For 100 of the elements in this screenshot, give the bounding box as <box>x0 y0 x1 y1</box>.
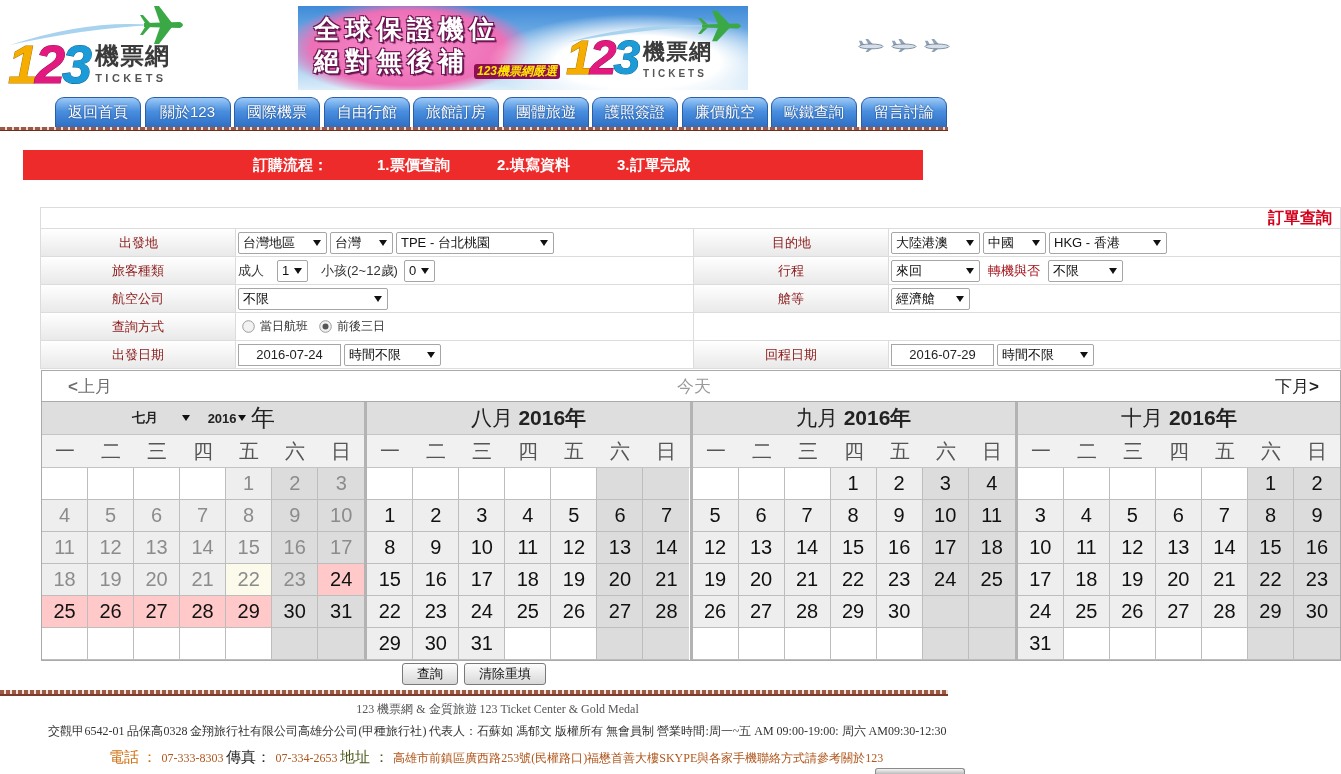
calendar-day[interactable]: 8 <box>830 500 877 532</box>
dropdown[interactable]: 來回 <box>891 259 980 282</box>
calendar-day[interactable]: 10 <box>459 532 506 564</box>
calendar-day[interactable]: 18 <box>1063 564 1110 596</box>
calendar-day[interactable]: 2 <box>876 468 923 500</box>
prev-month-link[interactable]: <上月 <box>68 374 112 398</box>
airplane-icon[interactable] <box>858 39 884 52</box>
calendar-day[interactable]: 6 <box>1155 500 1202 532</box>
calendar-day[interactable]: 26 <box>1109 596 1156 628</box>
calendar-day[interactable]: 19 <box>1109 564 1156 596</box>
calendar-day[interactable]: 23 <box>1293 564 1340 596</box>
calendar-day[interactable]: 23 <box>413 596 460 628</box>
calendar-day[interactable]: 22 <box>1247 564 1294 596</box>
calendar-day[interactable]: 4 <box>1063 500 1110 532</box>
dropdown[interactable]: 經濟艙 <box>891 287 970 310</box>
calendar-day[interactable]: 17 <box>459 564 506 596</box>
calendar-day[interactable]: 22 <box>830 564 877 596</box>
calendar-day[interactable]: 28 <box>784 596 831 628</box>
calendar-day[interactable]: 26 <box>692 596 739 628</box>
date-field[interactable]: 2016-07-24 <box>238 343 341 366</box>
calendar-day[interactable]: 6 <box>597 500 644 532</box>
calendar-day[interactable]: 1 <box>830 468 877 500</box>
calendar-day[interactable]: 29 <box>226 596 273 628</box>
calendar-day[interactable]: 24 <box>1017 596 1064 628</box>
order-lookup-link[interactable]: 訂單查詢 <box>1268 208 1332 228</box>
airplane-icon[interactable] <box>891 39 917 52</box>
calendar-day[interactable]: 11 <box>1063 532 1110 564</box>
calendar-day[interactable]: 15 <box>830 532 877 564</box>
calendar-day[interactable]: 16 <box>1293 532 1340 564</box>
calendar-day[interactable]: 12 <box>692 532 739 564</box>
calendar-day[interactable]: 3 <box>922 468 969 500</box>
calendar-day[interactable]: 11 <box>505 532 552 564</box>
calendar-day[interactable]: 17 <box>922 532 969 564</box>
calendar-day[interactable]: 6 <box>738 500 785 532</box>
calendar-day[interactable]: 20 <box>597 564 644 596</box>
calendar-day[interactable]: 7 <box>1201 500 1248 532</box>
calendar-day[interactable]: 30 <box>413 628 460 660</box>
calendar-day[interactable]: 14 <box>784 532 831 564</box>
calendar-day[interactable]: 21 <box>1201 564 1248 596</box>
calendar-day[interactable]: 30 <box>876 596 923 628</box>
radio-option[interactable]: 當日航班 <box>242 318 308 335</box>
search-button[interactable]: 查詢 <box>402 663 458 685</box>
calendar-day[interactable]: 10 <box>922 500 969 532</box>
calendar-day[interactable]: 19 <box>551 564 598 596</box>
radio-option[interactable]: 前後三日 <box>319 318 385 335</box>
calendar-day[interactable]: 22 <box>367 596 414 628</box>
calendar-day[interactable]: 10 <box>1017 532 1064 564</box>
calendar-day[interactable]: 29 <box>830 596 877 628</box>
dropdown[interactable]: 0 <box>403 259 435 282</box>
calendar-day[interactable]: 25 <box>1063 596 1110 628</box>
calendar-day[interactable]: 24 <box>922 564 969 596</box>
calendar-day[interactable]: 26 <box>551 596 598 628</box>
calendar-day[interactable]: 20 <box>738 564 785 596</box>
calendar-day[interactable]: 31 <box>459 628 506 660</box>
calendar-day[interactable]: 5 <box>551 500 598 532</box>
nav-tab[interactable]: 護照簽證 <box>592 97 678 127</box>
calendar-day[interactable]: 8 <box>1247 500 1294 532</box>
calendar-day[interactable]: 28 <box>643 596 690 628</box>
calendar-day[interactable]: 2 <box>1293 468 1340 500</box>
nav-tab[interactable]: 留言討論 <box>860 97 947 127</box>
calendar-day[interactable]: 28 <box>1201 596 1248 628</box>
dropdown[interactable]: 時間不限 <box>344 343 441 366</box>
month-dropdown[interactable]: 七月 <box>131 409 190 427</box>
date-field[interactable]: 2016-07-29 <box>891 343 994 366</box>
calendar-day[interactable]: 7 <box>784 500 831 532</box>
calendar-day[interactable]: 25 <box>505 596 552 628</box>
calendar-day[interactable]: 14 <box>643 532 690 564</box>
calendar-day[interactable]: 27 <box>134 596 181 628</box>
dropdown[interactable]: 台灣 <box>330 231 393 254</box>
calendar-day[interactable]: 26 <box>88 596 135 628</box>
airplane-icon[interactable] <box>924 39 950 52</box>
calendar-day[interactable]: 11 <box>968 500 1015 532</box>
calendar-day[interactable]: 30 <box>1293 596 1340 628</box>
calendar-day[interactable]: 4 <box>505 500 552 532</box>
clear-button[interactable]: 清除重填 <box>464 663 546 685</box>
calendar-day[interactable]: 5 <box>1109 500 1156 532</box>
year-dropdown[interactable]: 2016 <box>207 410 246 426</box>
calendar-day[interactable]: 1 <box>1247 468 1294 500</box>
calendar-day[interactable]: 21 <box>643 564 690 596</box>
calendar-day[interactable]: 24 <box>459 596 506 628</box>
calendar-day[interactable]: 16 <box>413 564 460 596</box>
dropdown[interactable]: 台灣地區 <box>238 231 327 254</box>
calendar-day[interactable]: 14 <box>1201 532 1248 564</box>
dropdown[interactable]: TPE - 台北桃園 <box>396 231 554 254</box>
calendar-day[interactable]: 20 <box>1155 564 1202 596</box>
calendar-day[interactable]: 3 <box>459 500 506 532</box>
calendar-day[interactable]: 15 <box>1247 532 1294 564</box>
calendar-day[interactable]: 15 <box>367 564 414 596</box>
calendar-day[interactable]: 13 <box>597 532 644 564</box>
calendar-day[interactable]: 25 <box>968 564 1015 596</box>
calendar-day[interactable]: 12 <box>1109 532 1156 564</box>
dropdown[interactable]: 1 <box>277 259 308 282</box>
calendar-day[interactable]: 30 <box>272 596 319 628</box>
dropdown[interactable]: 中國 <box>983 231 1046 254</box>
calendar-day[interactable]: 27 <box>1155 596 1202 628</box>
calendar-day[interactable]: 2 <box>413 500 460 532</box>
calendar-day[interactable]: 3 <box>1017 500 1064 532</box>
calendar-day[interactable]: 9 <box>413 532 460 564</box>
calendar-day[interactable]: 9 <box>1293 500 1340 532</box>
calendar-day[interactable]: 12 <box>551 532 598 564</box>
